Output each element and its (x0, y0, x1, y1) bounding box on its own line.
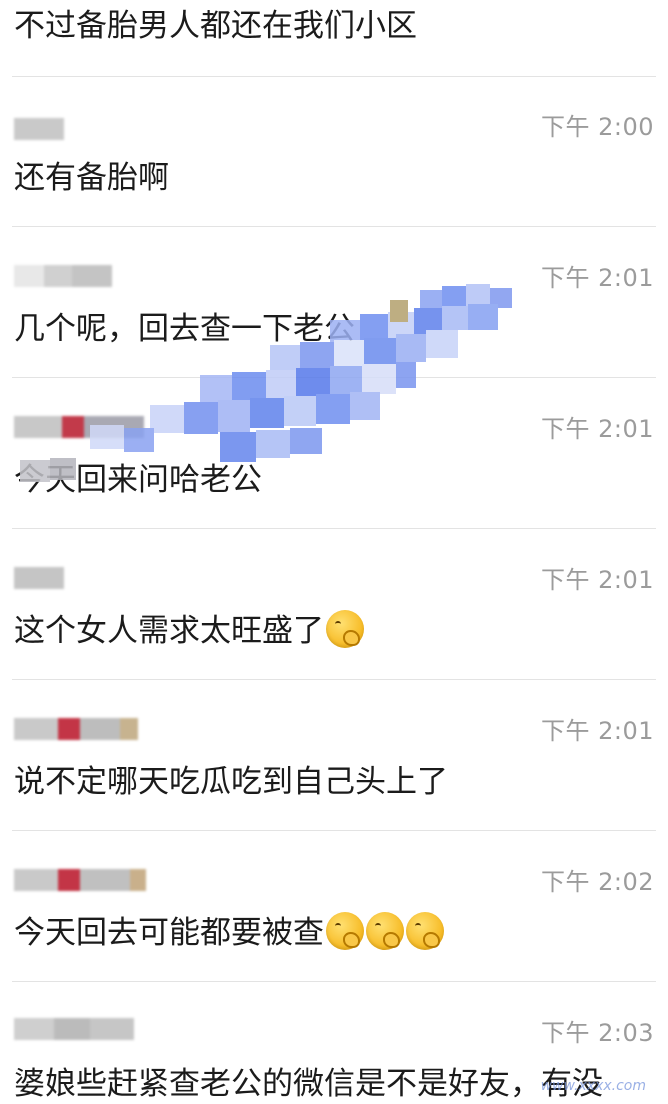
message-time: 下午 2:01 (540, 566, 654, 594)
message-text: 几个呢，回去查一下老公 (14, 311, 355, 347)
blurred-username (14, 565, 64, 591)
blurred-username (14, 867, 146, 893)
blurred-username (14, 1016, 134, 1042)
message-time: 下午 2:01 (540, 717, 654, 745)
message-item[interactable]: 下午 2:01 说不定哪天吃瓜吃到自己头上了 (0, 680, 668, 830)
message-time: 下午 2:00 (540, 113, 654, 141)
message-time: 下午 2:03 (540, 1019, 654, 1047)
blurred-username (14, 116, 64, 142)
message-text: 今天回去可能都要被查 (14, 911, 444, 955)
message-item[interactable]: 下午 2:01 几个呢，回去查一下老公 (0, 227, 668, 377)
message-time: 下午 2:02 (540, 868, 654, 896)
message-text: 这个女人需求太旺盛了 (14, 609, 364, 653)
message-text: 今天回来问哈老公 (14, 462, 262, 498)
message-item[interactable]: 下午 2:01 今天回来问哈老公 (0, 378, 668, 528)
message-time: 下午 2:01 (540, 264, 654, 292)
blurred-username (14, 716, 138, 742)
previous-message-text: 不过备胎男人都还在我们小区 (14, 8, 417, 44)
thinking-face-icon (406, 912, 444, 950)
watermark: www.xxxx.com (540, 1078, 646, 1094)
thinking-face-icon (326, 610, 364, 648)
message-item[interactable]: 下午 2:01 这个女人需求太旺盛了 (0, 529, 668, 679)
comment-thread: 不过备胎男人都还在我们小区 下午 2:00 还有备胎啊 下午 2:01 几个呢，… (0, 0, 668, 1104)
thinking-face-icon (366, 912, 404, 950)
message-time: 下午 2:01 (540, 415, 654, 443)
message-text: 婆娘些赶紧查老公的微信是不是好友，有没 (14, 1066, 603, 1102)
message-item[interactable]: 下午 2:00 还有备胎啊 (0, 76, 668, 226)
blurred-username (14, 414, 144, 440)
message-text: 说不定哪天吃瓜吃到自己头上了 (14, 764, 448, 800)
message-text: 还有备胎啊 (14, 160, 169, 196)
thinking-face-icon (326, 912, 364, 950)
message-item[interactable]: 下午 2:02 今天回去可能都要被查 (0, 831, 668, 981)
blurred-username (14, 263, 112, 289)
